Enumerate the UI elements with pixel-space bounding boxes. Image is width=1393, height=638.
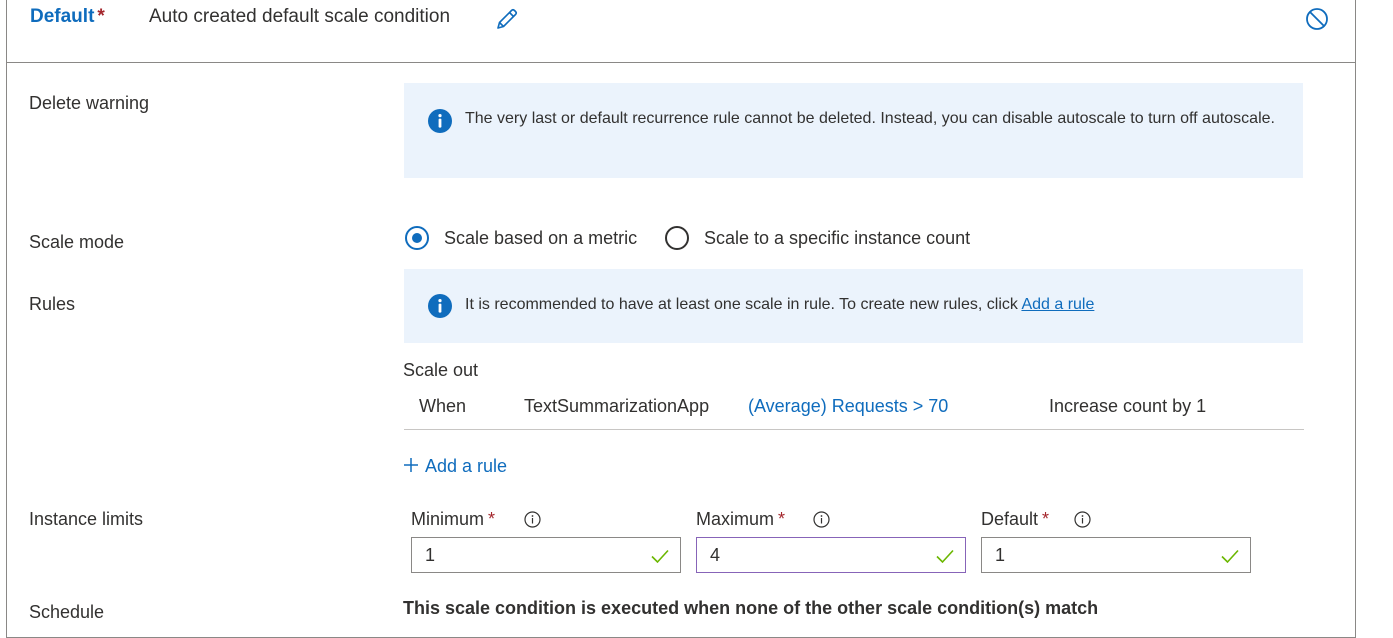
edit-pencil-icon[interactable] xyxy=(494,6,520,32)
required-marker: * xyxy=(488,509,496,529)
schedule-label: Schedule xyxy=(29,602,105,622)
minimum-value: 1 xyxy=(425,545,436,565)
minimum-label-text: Minimum xyxy=(411,509,485,529)
rule-when: When xyxy=(419,396,467,416)
maximum-input[interactable]: 4 xyxy=(696,537,966,573)
add-rule-label[interactable]: Add a rule xyxy=(425,456,507,476)
maximum-value: 4 xyxy=(710,545,721,565)
rule-action: Increase count by 1 xyxy=(1049,396,1207,416)
scale-to-count-radio[interactable] xyxy=(665,226,689,250)
required-marker: * xyxy=(778,509,786,529)
default-label: Default * xyxy=(981,509,1049,530)
minimum-label: Minimum * xyxy=(411,509,495,530)
required-marker: * xyxy=(97,6,105,27)
scale-by-metric-radio[interactable] xyxy=(405,226,429,250)
plus-icon xyxy=(403,457,419,473)
header-divider xyxy=(6,62,1356,63)
disable-condition-icon[interactable] xyxy=(1304,6,1330,32)
delete-warning-message: The very last or default recurrence rule… xyxy=(465,110,1275,127)
valid-check-icon xyxy=(935,546,955,566)
default-value: 1 xyxy=(995,545,1006,565)
add-rule-button[interactable]: Add a rule xyxy=(403,456,507,477)
info-icon xyxy=(428,109,452,133)
scale-out-heading: Scale out xyxy=(403,360,479,380)
delete-warning-label: Delete warning xyxy=(29,93,150,113)
schedule-text: This scale condition is executed when no… xyxy=(403,598,1099,618)
valid-check-icon xyxy=(1220,546,1240,566)
minimum-input[interactable]: 1 xyxy=(411,537,681,573)
rule-resource: TextSummarizationApp xyxy=(524,396,710,416)
valid-check-icon xyxy=(650,546,670,566)
maximum-info-icon[interactable] xyxy=(813,511,830,528)
scale-to-count-label[interactable]: Scale to a specific instance count xyxy=(704,228,970,249)
default-input[interactable]: 1 xyxy=(981,537,1251,573)
delete-warning-banner: The very last or default recurrence rule… xyxy=(404,83,1303,178)
rule-condition-link[interactable]: (Average) Requests > 70 xyxy=(748,396,948,417)
condition-name: Default xyxy=(30,6,95,27)
rules-info-text: It is recommended to have at least one s… xyxy=(465,296,1018,313)
info-icon xyxy=(428,294,452,318)
scale-by-metric-label[interactable]: Scale based on a metric xyxy=(444,228,637,249)
required-marker: * xyxy=(1042,509,1050,529)
default-label-text: Default xyxy=(981,509,1039,529)
rules-info-message: It is recommended to have at least one s… xyxy=(465,294,1094,316)
maximum-label-text: Maximum xyxy=(696,509,775,529)
rule-divider xyxy=(404,429,1304,430)
scale-mode-label: Scale mode xyxy=(29,232,125,252)
rules-label: Rules xyxy=(29,294,76,314)
rules-info-banner: It is recommended to have at least one s… xyxy=(404,269,1303,343)
add-rule-link[interactable]: Add a rule xyxy=(1021,296,1094,313)
maximum-label: Maximum * xyxy=(696,509,785,530)
condition-description: Auto created default scale condition xyxy=(149,6,451,27)
condition-title: Default * xyxy=(30,6,105,28)
default-info-icon[interactable] xyxy=(1074,511,1091,528)
instance-limits-label: Instance limits xyxy=(29,509,144,529)
minimum-info-icon[interactable] xyxy=(524,511,541,528)
